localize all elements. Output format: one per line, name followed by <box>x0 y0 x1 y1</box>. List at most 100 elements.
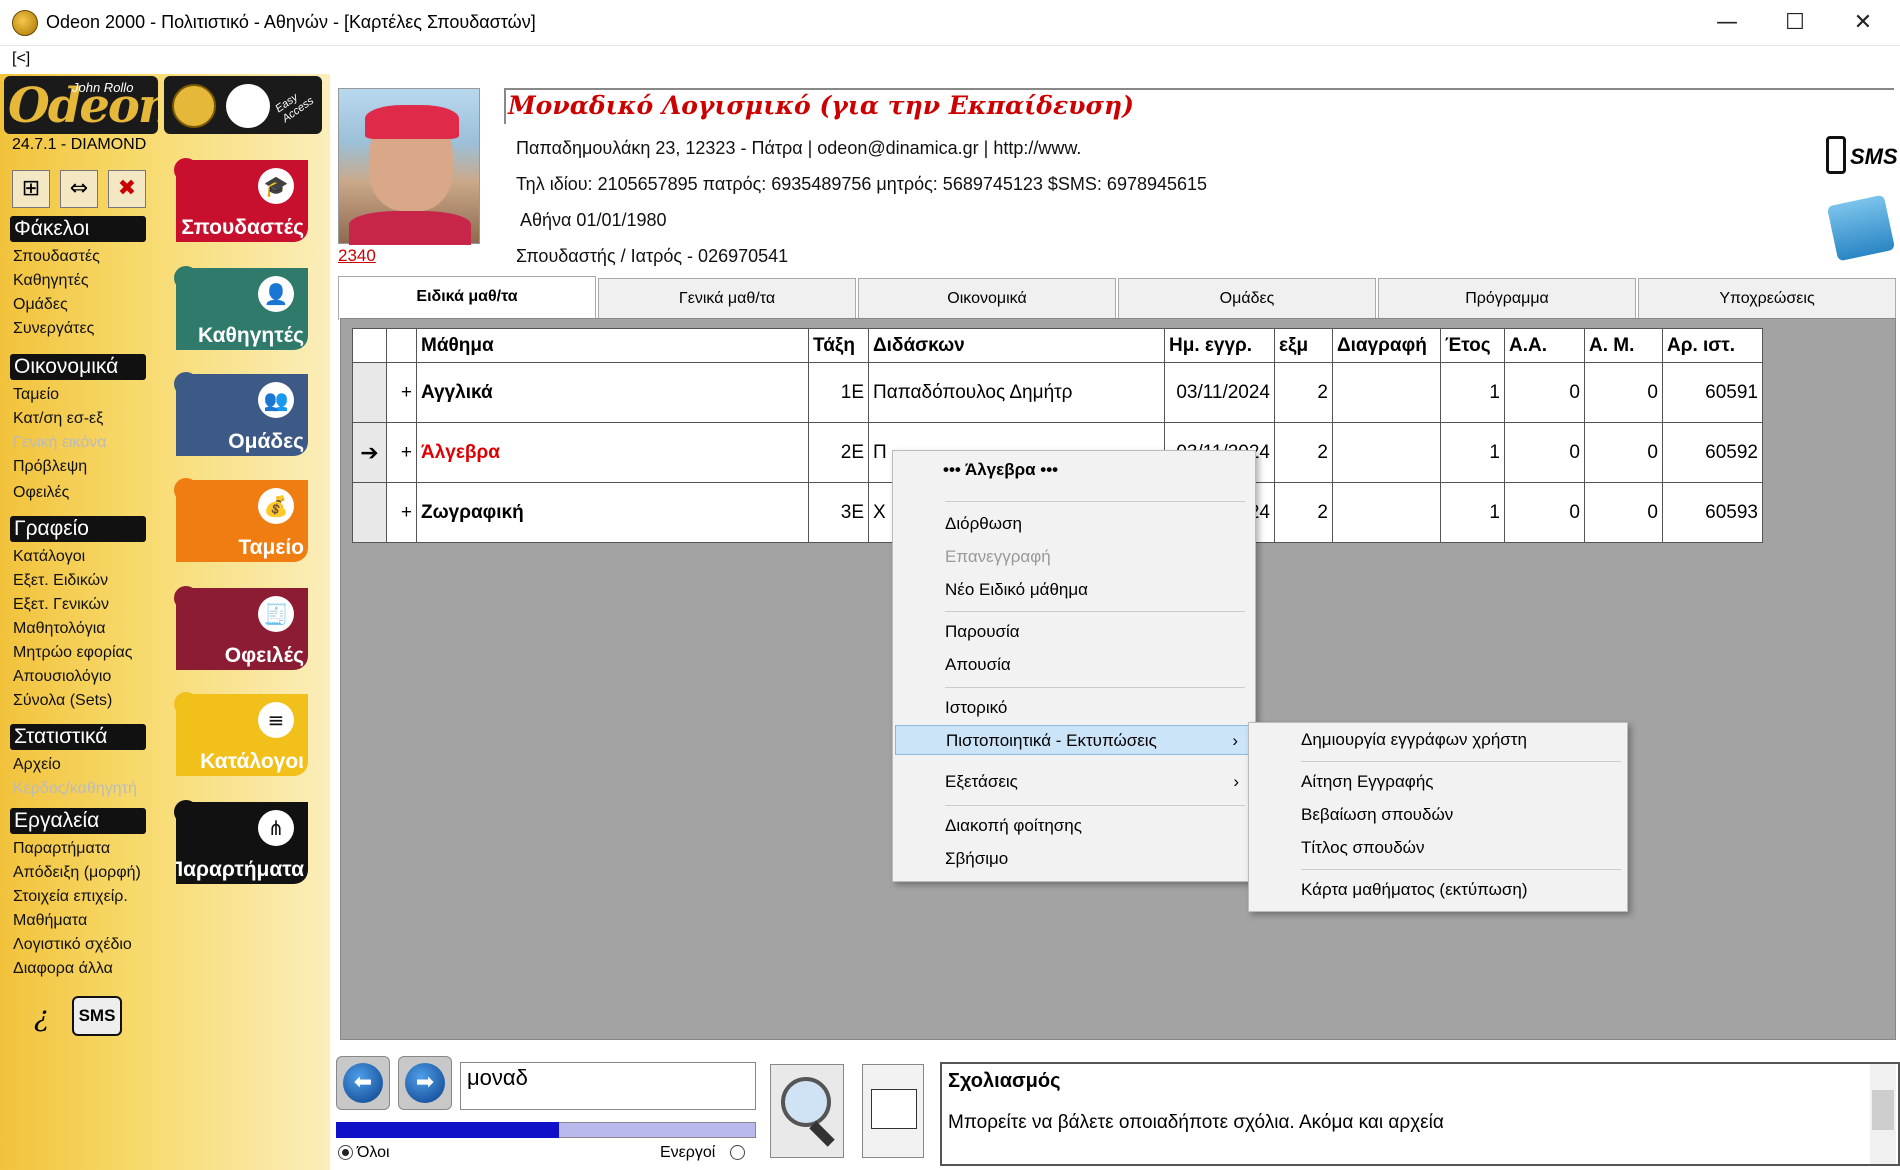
row-marker[interactable] <box>352 482 387 543</box>
menu-edit[interactable]: Διόρθωση <box>895 509 1253 539</box>
nav-receipt-format[interactable]: Απόδειξη (μορφή) <box>13 864 141 882</box>
table-row[interactable]: + Αγγλικά 1Ε Παπαδόπουλος Δημήτρ 03/11/2… <box>352 362 1763 423</box>
row-marker[interactable] <box>352 362 387 423</box>
row-current-arrow-icon[interactable]: ➔ <box>352 422 387 483</box>
submenu-create-user-docs[interactable]: Δημιουργία εγγράφων χρήστη <box>1251 725 1625 755</box>
easy-access-logo[interactable]: Easy Access <box>164 76 322 134</box>
row-class: 1Ε <box>808 362 869 423</box>
next-button[interactable]: ➡ <box>398 1056 452 1110</box>
col-date[interactable]: Ημ. εγγρ. <box>1164 328 1275 363</box>
cashier-button[interactable]: 💰 Ταμείο <box>176 480 308 562</box>
photo-id-link[interactable]: 2340 <box>338 246 376 266</box>
col-class[interactable]: Τάξη <box>808 328 869 363</box>
minimize-button[interactable]: — <box>1704 8 1750 38</box>
menu-presence[interactable]: Παρουσία <box>895 617 1253 647</box>
submenu-registration-request[interactable]: Αίτηση Εγγραφής <box>1251 767 1625 797</box>
maximize-button[interactable]: ☐ <box>1772 8 1818 38</box>
students-label: Σπουδαστές <box>181 216 304 239</box>
row-expand[interactable]: + <box>386 362 417 423</box>
col-deleted[interactable]: Διαγραφή <box>1332 328 1441 363</box>
nav-absences[interactable]: Απουσιολόγιο <box>13 668 111 686</box>
nav-general-exams[interactable]: Εξετ. Γενικών <box>13 596 109 614</box>
nav-groups[interactable]: Ομάδες <box>13 296 68 314</box>
nav-branches[interactable]: Παραρτήματα <box>13 840 110 858</box>
col-year[interactable]: Έτος <box>1440 328 1505 363</box>
nav-cashier[interactable]: Ταμείο <box>13 386 59 404</box>
row-expand[interactable]: + <box>386 422 417 483</box>
nav-students[interactable]: Σπουδαστές <box>13 248 100 266</box>
easy-access-label: Easy Access <box>273 91 317 126</box>
nav-partners[interactable]: Συνεργάτες <box>13 320 94 338</box>
search-input[interactable]: μοναδ <box>460 1062 756 1110</box>
nav-registers[interactable]: Μαθητολόγια <box>13 620 106 638</box>
row-expand[interactable]: + <box>386 482 417 543</box>
tab-general-lessons[interactable]: Γενικά μαθ/τα <box>598 278 856 318</box>
previous-button[interactable]: ⬅ <box>336 1056 390 1110</box>
students-button[interactable]: 🎓 Σπουδαστές <box>176 160 308 242</box>
nav-teachers[interactable]: Καθηγητές <box>13 272 89 290</box>
tab-obligations[interactable]: Υποχρεώσεις <box>1638 278 1896 318</box>
menu-stop-attendance[interactable]: Διακοπή φοίτησης <box>895 811 1253 841</box>
comment-box[interactable]: Σχολιασμός Μπορείτε να βάλετε οποιαδήποτ… <box>940 1062 1900 1166</box>
catalogs-button[interactable]: ≡ Κατάλογοι <box>176 694 308 776</box>
grid-icon[interactable]: ⊞ <box>12 170 50 208</box>
nav-overview[interactable]: Γενική εικόνα <box>13 434 106 452</box>
menu-history[interactable]: Ιστορικό <box>895 693 1253 723</box>
submenu-study-certificate[interactable]: Βεβαίωση σπουδών <box>1251 800 1625 830</box>
nav-business-info[interactable]: Στοιχεία επιχείρ. <box>13 888 128 906</box>
nav-debts[interactable]: Οφειλές <box>13 484 69 502</box>
nav-archive[interactable]: Αρχείο <box>13 756 61 774</box>
nav-accounting-plan[interactable]: Λογιστικό σχέδιο <box>13 936 132 954</box>
nav-forecast[interactable]: Πρόβλεψη <box>13 458 87 476</box>
nav-tax-register[interactable]: Μητρώο εφορίας <box>13 644 133 662</box>
sms-icon[interactable]: SMS <box>72 996 122 1036</box>
col-aa[interactable]: Α.Α. <box>1504 328 1585 363</box>
submenu-degree[interactable]: Τίτλος σπουδών <box>1251 833 1625 863</box>
col-am[interactable]: Α. Μ. <box>1584 328 1663 363</box>
col-subject[interactable]: Μάθημα <box>416 328 809 363</box>
nav-profit-teacher[interactable]: Κέρδος/καθηγητή <box>13 780 137 798</box>
back-menu[interactable]: [<] <box>12 50 30 68</box>
info-icon[interactable]: ¿ <box>34 1000 49 1033</box>
graduate-icon: 🎓 <box>258 168 294 204</box>
menu-exams[interactable]: Εξετάσεις › <box>895 767 1253 797</box>
menu-new-special-lesson[interactable]: Νέο Ειδικό μάθημα <box>895 575 1253 605</box>
search-magnifier-icon[interactable] <box>770 1064 844 1158</box>
radio-all[interactable]: Όλοι <box>338 1144 390 1162</box>
student-photo[interactable] <box>338 88 480 245</box>
close-x-icon[interactable]: ✖ <box>108 170 146 208</box>
tab-groups[interactable]: Ομάδες <box>1118 278 1376 318</box>
row-semester: 2 <box>1274 422 1333 483</box>
list-icon: ≡ <box>258 702 294 738</box>
swap-icon[interactable]: ⇔ <box>60 170 98 208</box>
tab-finance[interactable]: Οικονομικά <box>858 278 1116 318</box>
document-icon[interactable] <box>862 1064 924 1158</box>
branches-button[interactable]: ⋔ Παραρτήματα <box>176 802 308 884</box>
nav-income-expense[interactable]: Κατ/ση εσ-εξ <box>13 410 103 428</box>
phone-icon[interactable] <box>1826 136 1846 174</box>
menu-absence[interactable]: Απουσία <box>895 650 1253 680</box>
menu-certificates-prints[interactable]: Πιστοποιητικά - Εκτυπώσεις › <box>895 725 1253 755</box>
tab-special-lessons[interactable]: Ειδικά μαθ/τα <box>338 276 596 320</box>
submenu-lesson-card-print[interactable]: Κάρτα μαθήματος (εκτύπωση) <box>1251 875 1625 905</box>
menu-reregister[interactable]: Επανεγγραφή <box>895 542 1253 572</box>
groups-button[interactable]: 👥 Ομάδες <box>176 374 308 456</box>
menu-delete[interactable]: Σβήσιμο <box>895 844 1253 874</box>
sms-send-label[interactable]: SMS <box>1850 144 1898 170</box>
nav-misc[interactable]: Διαφορα άλλα <box>13 960 113 978</box>
nav-catalogs[interactable]: Κατάλογοι <box>13 548 85 566</box>
debts-button[interactable]: 🧾 Οφειλές <box>176 588 308 670</box>
folder-user-icon[interactable] <box>1826 194 1896 262</box>
nav-special-exams[interactable]: Εξετ. Ειδικών <box>13 572 108 590</box>
nav-sets[interactable]: Σύνολα (Sets) <box>13 692 112 710</box>
col-semester[interactable]: εξμ <box>1274 328 1333 363</box>
teachers-button[interactable]: 👤 Καθηγητές <box>176 268 308 350</box>
comment-scroll-thumb[interactable] <box>1872 1090 1894 1130</box>
col-hist[interactable]: Αρ. ιστ. <box>1662 328 1763 363</box>
col-teacher[interactable]: Διδάσκων <box>868 328 1165 363</box>
close-button[interactable]: ✕ <box>1840 8 1886 38</box>
nav-lessons[interactable]: Μαθήματα <box>13 912 87 930</box>
tab-schedule[interactable]: Πρόγραμμα <box>1378 278 1636 318</box>
catalogs-label: Κατάλογοι <box>200 750 304 773</box>
radio-active[interactable]: Ενεργοί <box>660 1144 749 1162</box>
